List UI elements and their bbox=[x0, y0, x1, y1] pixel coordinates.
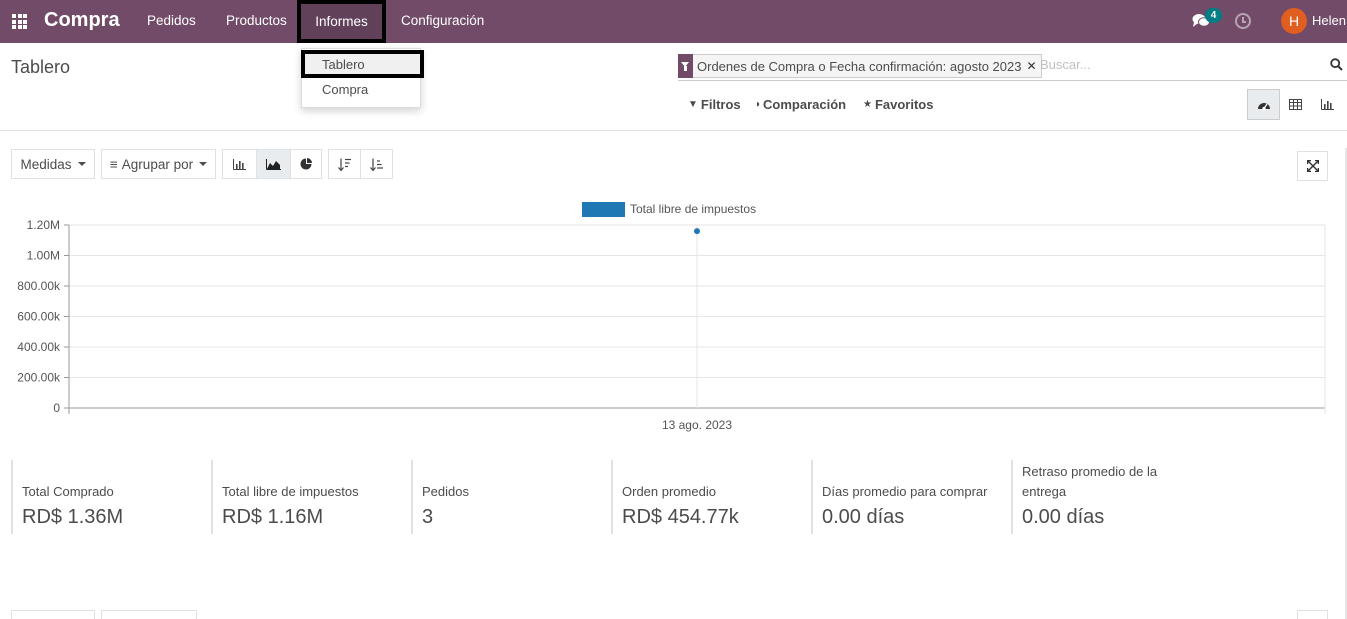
y-tick-label: 200.00k bbox=[17, 371, 61, 385]
pie-chart-icon bbox=[300, 158, 312, 170]
apps-menu-icon[interactable] bbox=[12, 14, 27, 29]
filter-icon: ▼ bbox=[688, 99, 698, 110]
facet-value: Ordenes de Compra o Fecha confirmación: … bbox=[697, 58, 1022, 74]
fullscreen-button[interactable] bbox=[1297, 151, 1328, 181]
bottom-toolbar-stub bbox=[11, 610, 95, 619]
sort-descending-button[interactable] bbox=[328, 149, 361, 179]
dropdown-item-compra[interactable]: Compra bbox=[302, 77, 420, 103]
menu-informes[interactable]: Informes bbox=[297, 0, 386, 43]
star-icon: ★ bbox=[863, 99, 872, 110]
favorites-button[interactable]: ★ Favoritos bbox=[863, 97, 933, 112]
legend-label[interactable]: Total libre de impuestos bbox=[630, 202, 756, 216]
filters-label: Filtros bbox=[700, 97, 741, 112]
kpi-card[interactable]: Total Comprado RD$ 1.36M bbox=[11, 460, 123, 534]
kpi-card[interactable]: Pedidos 3 bbox=[411, 460, 469, 534]
expand-icon bbox=[1306, 160, 1319, 172]
y-tick-label: 1.20M bbox=[27, 218, 60, 232]
pie-chart-mode-button[interactable] bbox=[290, 149, 322, 179]
kpi-card[interactable]: Días promedio para comprar 0.00 días bbox=[811, 460, 987, 534]
kpi-value: RD$ 1.16M bbox=[222, 506, 324, 528]
y-tick-label: 400.00k bbox=[17, 340, 61, 354]
measures-dropdown-button[interactable]: Medidas bbox=[11, 149, 95, 179]
kpi-card[interactable]: Retraso promedio de la entrega 0.00 días bbox=[1011, 460, 1157, 534]
measures-label: Medidas bbox=[20, 156, 72, 172]
search-facet: Ordenes de Compra o Fecha confirmación: … bbox=[678, 53, 1042, 78]
data-point[interactable] bbox=[694, 228, 700, 235]
y-tick-label: 600.00k bbox=[17, 310, 61, 324]
line-chart-mode-button[interactable] bbox=[256, 149, 291, 179]
bottom-toolbar-stub bbox=[101, 610, 197, 619]
bar-chart-icon bbox=[1321, 99, 1334, 110]
filter-funnel-icon bbox=[678, 53, 693, 78]
facet-remove-icon[interactable]: ✕ bbox=[1026, 59, 1040, 73]
filters-button[interactable]: ▼ Filtros bbox=[688, 97, 741, 112]
bar-chart-icon bbox=[233, 158, 246, 170]
purchase-line-chart: Total libre de impuestos 1.20M 1.00M 800.0… bbox=[17, 202, 1326, 432]
caret-down-icon bbox=[77, 162, 86, 166]
menu-configuracion[interactable]: Configuración bbox=[401, 0, 484, 43]
kpi-value: RD$ 1.36M bbox=[22, 506, 124, 528]
chat-count-badge: 4 bbox=[1205, 8, 1222, 23]
dropdown-item-tablero[interactable]: Tablero bbox=[301, 50, 424, 78]
kpi-label: Retraso promedio de la entrega bbox=[1022, 464, 1158, 499]
y-tick-label: 800.00k bbox=[17, 279, 61, 293]
search-input[interactable] bbox=[1040, 57, 1320, 72]
kpi-label: Días promedio para comprar bbox=[822, 484, 988, 499]
menu-pedidos[interactable]: Pedidos bbox=[147, 0, 196, 43]
kpi-value: RD$ 454.77k bbox=[622, 506, 739, 528]
bottom-toolbar-stub bbox=[1297, 610, 1328, 619]
x-tick-label: 13 ago. 2023 bbox=[662, 418, 732, 432]
pivot-view-button[interactable] bbox=[1279, 89, 1312, 120]
top-navbar: Compra Pedidos Productos Informes Config… bbox=[0, 0, 1347, 43]
search-bar: Ordenes de Compra o Fecha confirmación: … bbox=[678, 53, 1347, 81]
comparison-button[interactable]: ◑ Comparación bbox=[754, 97, 846, 112]
page-title: Tablero bbox=[11, 57, 71, 77]
area-chart-icon bbox=[266, 158, 281, 170]
legend-swatch[interactable] bbox=[582, 202, 625, 217]
y-tick-label: 0 bbox=[53, 401, 60, 415]
user-avatar[interactable]: H bbox=[1281, 8, 1307, 34]
sort-descending-icon bbox=[338, 158, 351, 171]
favorites-label: Favoritos bbox=[874, 97, 934, 112]
activity-clock-icon[interactable] bbox=[1235, 13, 1251, 29]
y-tick-label: 1.00M bbox=[27, 249, 60, 263]
kpi-label: Orden promedio bbox=[622, 484, 716, 499]
kpi-value: 0.00 días bbox=[1022, 506, 1105, 528]
kpi-value: 0.00 días bbox=[822, 506, 905, 528]
menu-productos[interactable]: Productos bbox=[226, 0, 287, 43]
app-brand[interactable]: Compra bbox=[44, 9, 120, 32]
groupby-dropdown-button[interactable]: ≡ Agrupar por bbox=[101, 149, 216, 179]
adjust-icon: ◑ bbox=[754, 99, 761, 110]
tachometer-icon bbox=[1257, 102, 1270, 110]
sort-ascending-icon bbox=[370, 158, 383, 171]
kpi-label: Total Comprado bbox=[22, 484, 114, 499]
bar-chart-mode-button[interactable] bbox=[222, 149, 257, 179]
search-icon[interactable] bbox=[1330, 58, 1343, 71]
comparison-label: Comparación bbox=[763, 97, 847, 112]
kpi-label: Total libre de impuestos bbox=[222, 484, 359, 499]
control-panel-divider bbox=[0, 130, 1347, 131]
kpi-value: 3 bbox=[422, 506, 434, 528]
sort-ascending-button[interactable] bbox=[360, 149, 393, 179]
graph-view-button[interactable] bbox=[1311, 89, 1344, 120]
groupby-label: Agrupar por bbox=[121, 156, 194, 172]
kpi-card[interactable]: Orden promedio RD$ 454.77k bbox=[611, 460, 739, 534]
kpi-label: Pedidos bbox=[422, 484, 469, 499]
dashboard-view-button[interactable] bbox=[1247, 89, 1280, 120]
caret-down-icon bbox=[199, 162, 208, 166]
informes-dropdown: Tablero Compra bbox=[301, 48, 424, 108]
kpi-card[interactable]: Total libre de impuestos RD$ 1.16M bbox=[211, 460, 359, 534]
list-icon: ≡ bbox=[109, 156, 118, 172]
table-icon bbox=[1289, 99, 1302, 110]
user-name[interactable]: Helen bbox=[1312, 13, 1346, 28]
